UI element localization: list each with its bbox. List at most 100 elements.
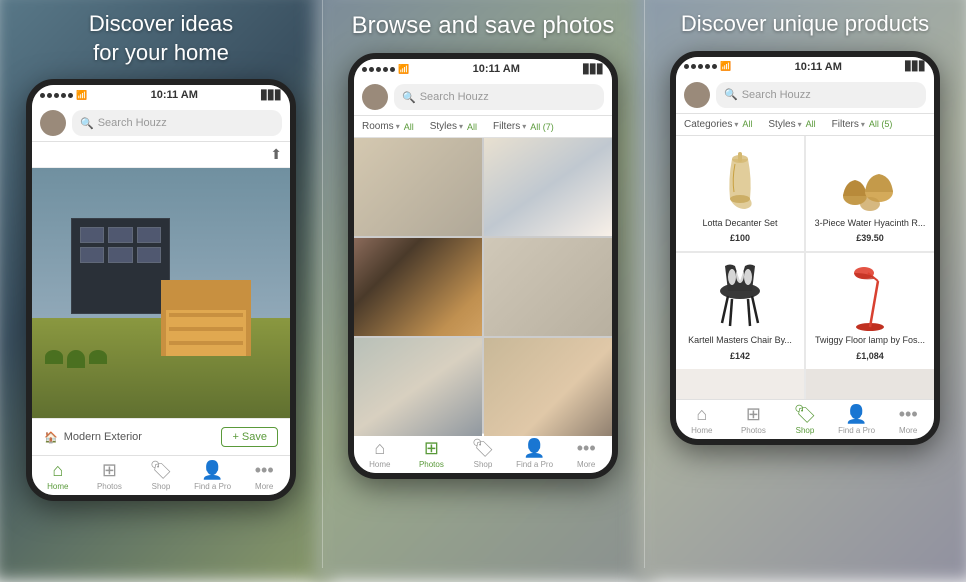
tab-bar-mid: ⌂ Home ⊞ Photos 🏷 Shop 👤 Find a Pro ••• …	[354, 433, 612, 473]
tab-home-label-right: Home	[691, 426, 712, 435]
filter-filters-arrow: ▾	[522, 122, 526, 131]
window6	[137, 247, 161, 263]
photo-cell-6[interactable]	[484, 338, 612, 436]
tab-photos-right[interactable]: ⊞ Photos	[728, 404, 780, 435]
save-button[interactable]: + Save	[221, 427, 278, 447]
filter-styles-right-arrow: ▾	[798, 120, 802, 129]
tab-more-mid[interactable]: ••• More	[560, 438, 612, 469]
filter-categories[interactable]: Categories ▾ All	[684, 119, 752, 130]
tab-more-right[interactable]: ••• More	[882, 404, 934, 435]
window3	[137, 227, 161, 243]
status-bar-left: 📶 10:11 AM ▊▊▊	[32, 85, 290, 105]
status-left: 📶	[40, 90, 87, 101]
filter-bar-mid: Rooms ▾ All Styles ▾ All Filters ▾ All (…	[354, 116, 612, 138]
tab-shop-label-left: Shop	[152, 482, 171, 491]
window1	[80, 227, 104, 243]
caption-text: Modern Exterior	[64, 431, 142, 443]
greenery	[45, 350, 107, 368]
shop-icon-mid: 🏷	[472, 438, 495, 459]
dot4	[61, 93, 66, 98]
filter-filters-right-label: Filters	[832, 119, 859, 130]
bush3	[89, 350, 107, 364]
product-lamp[interactable]: Twiggy Floor lamp by Fos... £1,084	[806, 253, 934, 369]
photo-cell-5[interactable]	[354, 338, 482, 436]
search-bar-mid: 🔍 Search Houzz	[354, 79, 612, 116]
search-bar-left: 🔍 Search Houzz	[32, 105, 290, 142]
filter-styles-right[interactable]: Styles ▾ All	[768, 119, 815, 130]
status-bar-right: 📶 10:11 AM ▊▊▊	[676, 57, 934, 77]
shop-icon-left: 🏷	[150, 460, 173, 481]
phone-left: 📶 10:11 AM ▊▊▊ 🔍 Search Houzz ⬆	[26, 79, 296, 501]
tab-home-left[interactable]: ⌂ Home	[32, 460, 84, 491]
product-image-chair	[705, 261, 775, 331]
photo-grid-mid	[354, 138, 612, 433]
tab-photos-label-left: Photos	[97, 482, 122, 491]
search-placeholder-left: Search Houzz	[98, 117, 167, 129]
upload-icon[interactable]: ⬆	[270, 146, 282, 163]
house-garage	[161, 280, 251, 356]
filter-styles[interactable]: Styles ▾ All	[430, 121, 477, 132]
battery-mid: ▊▊▊	[583, 64, 604, 75]
product-price-basket: £39.50	[856, 233, 884, 243]
tab-more-left[interactable]: ••• More	[238, 460, 290, 491]
tab-photos-label-right: Photos	[741, 426, 766, 435]
avatar-mid	[362, 84, 388, 110]
product-price-lamp: £1,084	[856, 351, 884, 361]
wifi-icon: 📶	[76, 90, 87, 101]
product-chair[interactable]: Kartell Masters Chair By... £142	[676, 253, 804, 369]
product-grid-right: Lotta Decanter Set £100 3-Piece Water Hy…	[676, 136, 934, 369]
more-icon-mid: •••	[577, 438, 596, 459]
decanter-svg	[710, 144, 770, 214]
photo-cell-4[interactable]	[484, 238, 612, 336]
tab-home-mid[interactable]: ⌂ Home	[354, 438, 406, 469]
tab-shop-left[interactable]: 🏷 Shop	[135, 460, 187, 491]
wifi-icon-mid: 📶	[398, 64, 409, 75]
photo-cell-1[interactable]	[354, 138, 482, 236]
status-time-mid: 10:11 AM	[473, 63, 520, 75]
filter-styles-right-label: Styles	[768, 119, 795, 130]
tab-pro-mid[interactable]: 👤 Find a Pro	[509, 438, 561, 469]
divider-2	[644, 0, 645, 568]
tab-pro-label-left: Find a Pro	[194, 482, 231, 491]
upload-area: ⬆	[32, 142, 290, 168]
section-title-right: Discover unique products	[671, 10, 939, 39]
tab-photos-left[interactable]: ⊞ Photos	[84, 460, 136, 491]
home-icon-right: ⌂	[696, 404, 707, 425]
filter-filters-sub: All (7)	[530, 122, 554, 132]
signal-dots-mid	[362, 67, 395, 72]
tab-shop-right[interactable]: 🏷 Shop	[779, 404, 831, 435]
status-time-right: 10:11 AM	[795, 61, 842, 73]
more-icon-right: •••	[899, 404, 918, 425]
filter-rooms[interactable]: Rooms ▾ All	[362, 121, 414, 132]
hero-image-left	[32, 168, 290, 418]
tab-pro-left[interactable]: 👤 Find a Pro	[187, 460, 239, 491]
filter-styles-arrow: ▾	[459, 122, 463, 131]
photo-cell-3[interactable]	[354, 238, 482, 336]
tab-pro-right[interactable]: 👤 Find a Pro	[831, 404, 883, 435]
wifi-icon-right: 📶	[720, 61, 731, 72]
tab-photos-mid[interactable]: ⊞ Photos	[406, 438, 458, 469]
basket-svg	[835, 144, 905, 214]
tab-shop-mid[interactable]: 🏷 Shop	[457, 438, 509, 469]
filter-filters-right[interactable]: Filters ▾ All (5)	[832, 119, 893, 130]
filter-categories-sub: All	[742, 119, 752, 129]
search-placeholder-mid: Search Houzz	[420, 91, 489, 103]
tab-more-label-mid: More	[577, 460, 595, 469]
photo-cell-2[interactable]	[484, 138, 612, 236]
chair-svg	[710, 261, 770, 331]
tab-home-right[interactable]: ⌂ Home	[676, 404, 728, 435]
search-field-mid[interactable]: 🔍 Search Houzz	[394, 84, 604, 110]
garage-strip3	[169, 341, 243, 345]
home-icon-left: ⌂	[52, 460, 63, 481]
product-name-decanter: Lotta Decanter Set	[702, 218, 777, 230]
more-icon-left: •••	[255, 460, 274, 481]
window4	[80, 247, 104, 263]
pro-icon-right: 👤	[845, 404, 867, 425]
filter-filters[interactable]: Filters ▾ All (7)	[493, 121, 554, 132]
window-grid	[80, 227, 161, 263]
filter-rooms-sub: All	[404, 122, 414, 132]
search-field-right[interactable]: 🔍 Search Houzz	[716, 82, 926, 108]
product-basket[interactable]: 3-Piece Water Hyacinth R... £39.50	[806, 136, 934, 252]
product-decanter[interactable]: Lotta Decanter Set £100	[676, 136, 804, 252]
search-field-left[interactable]: 🔍 Search Houzz	[72, 110, 282, 136]
